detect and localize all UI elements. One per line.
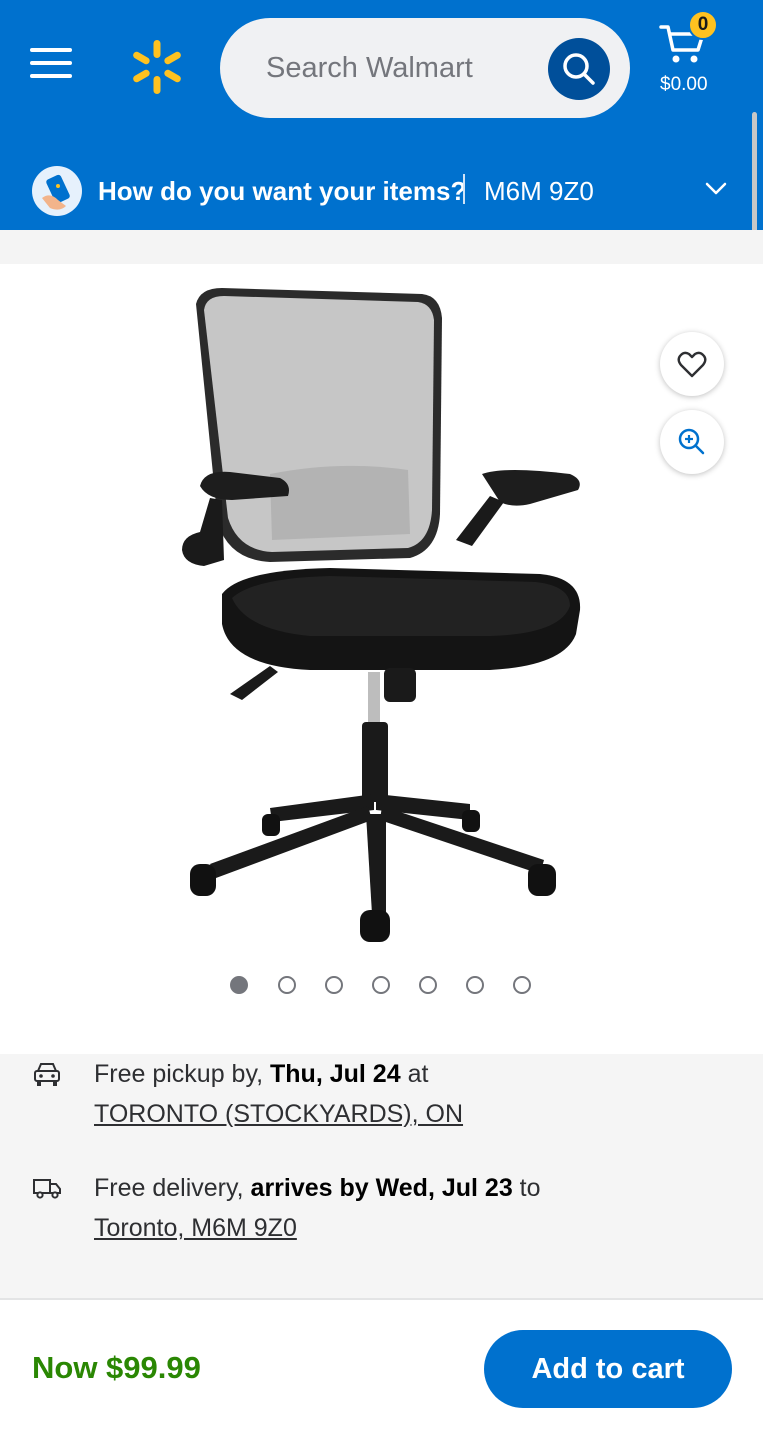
search-icon: [563, 53, 595, 85]
menu-button[interactable]: [30, 48, 78, 88]
purchase-bar: Now $99.99 Add to cart: [0, 1300, 763, 1440]
current-price: Now $99.99: [32, 1350, 201, 1385]
pickup-prefix: Free pickup by,: [94, 1060, 264, 1088]
heart-icon: [677, 351, 707, 378]
section-gap: [0, 230, 763, 264]
product-page: 0 $0.00 How do you want your items? M6M …: [0, 0, 763, 1440]
fulfillment-options: Free pickup by, Thu, Jul 24 at TORONTO (…: [0, 1054, 763, 1298]
phone-hand-icon: [32, 166, 82, 216]
add-to-cart-button[interactable]: Add to cart: [484, 1330, 732, 1408]
fulfillment-location-bar[interactable]: How do you want your items? M6M 9Z0: [0, 140, 763, 230]
add-to-favorites-button[interactable]: [660, 332, 724, 396]
postal-code: M6M 9Z0: [484, 176, 594, 206]
cart-button[interactable]: 0 $0.00: [656, 10, 736, 104]
delivery-date: arrives by Wed, Jul 23: [250, 1174, 513, 1202]
location-question: How do you want your items?: [98, 176, 467, 206]
zoom-image-button[interactable]: [660, 410, 724, 474]
truck-icon: [33, 1179, 61, 1199]
walmart-spark-logo[interactable]: [128, 38, 186, 96]
search-button[interactable]: [548, 38, 610, 100]
pagination-dot[interactable]: [230, 976, 248, 994]
pagination-dot[interactable]: [278, 976, 296, 994]
pagination-dot[interactable]: [466, 976, 484, 994]
car-icon: [34, 1063, 60, 1086]
pagination-dot[interactable]: [419, 976, 437, 994]
menu-bar-icon: [30, 48, 72, 52]
pickup-store-link[interactable]: TORONTO (STOCKYARDS), ON: [94, 1100, 463, 1129]
pagination-dot[interactable]: [513, 976, 531, 994]
header: 0 $0.00: [0, 0, 763, 140]
delivery-suffix: to: [519, 1174, 541, 1202]
pagination-dot[interactable]: [372, 976, 390, 994]
search-input[interactable]: [266, 48, 526, 88]
chevron-down-icon: [705, 182, 727, 195]
pagination-dot[interactable]: [325, 976, 343, 994]
menu-bar-icon: [30, 74, 72, 78]
cart-total: $0.00: [660, 74, 708, 95]
delivery-text: Free delivery, arrives by Wed, Jul 23 to: [94, 1174, 541, 1203]
zoom-in-icon: [678, 428, 705, 455]
image-pagination: [230, 976, 540, 996]
pickup-suffix: at: [407, 1060, 429, 1088]
menu-bar-icon: [30, 61, 72, 65]
pickup-text: Free pickup by, Thu, Jul 24 at: [94, 1060, 428, 1089]
divider: [463, 174, 465, 204]
office-chair-image[interactable]: [160, 274, 600, 944]
delivery-address-link[interactable]: Toronto, M6M 9Z0: [94, 1214, 297, 1243]
search-bar: [220, 18, 630, 118]
cart-count-badge: 0: [688, 10, 718, 40]
product-image-gallery: [0, 264, 763, 1054]
pickup-date: Thu, Jul 24: [270, 1060, 401, 1088]
delivery-prefix: Free delivery,: [94, 1174, 244, 1202]
